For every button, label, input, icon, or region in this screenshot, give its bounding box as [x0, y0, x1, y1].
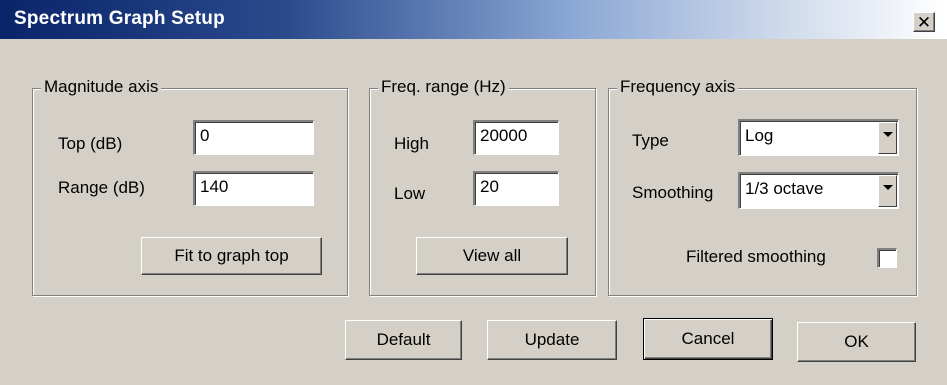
low-frequency-field[interactable]: 20 — [473, 171, 559, 206]
filtered-smoothing-label: Filtered smoothing — [686, 247, 826, 266]
update-label: Update — [524, 330, 580, 349]
ok-label: OK — [844, 332, 869, 351]
fit-to-graph-top-button[interactable]: Fit to graph top — [141, 237, 322, 275]
range-db-field[interactable]: 140 — [193, 171, 314, 206]
default-button[interactable]: Default — [345, 320, 462, 360]
high-frequency-value: 20000 — [480, 126, 528, 145]
top-db-value: 0 — [200, 126, 210, 145]
ok-button[interactable]: OK — [797, 322, 916, 362]
magnitude-axis-legend: Magnitude axis — [41, 77, 162, 97]
fit-to-graph-top-label: Fit to graph top — [174, 246, 289, 265]
type-select[interactable]: Log — [738, 119, 899, 156]
low-frequency-value: 20 — [480, 177, 499, 196]
smoothing-select[interactable]: 1/3 octave — [738, 172, 899, 209]
high-frequency-field[interactable]: 20000 — [473, 120, 559, 155]
high-label: High — [394, 134, 429, 153]
chevron-down-icon[interactable] — [878, 175, 897, 207]
top-db-field[interactable]: 0 — [193, 120, 314, 155]
range-db-label: Range (dB) — [58, 178, 145, 197]
title-bar[interactable]: Spectrum Graph Setup ✕ — [0, 0, 947, 39]
frequency-axis-legend: Frequency axis — [617, 77, 739, 97]
top-db-label: Top (dB) — [58, 134, 123, 153]
close-icon: ✕ — [916, 13, 932, 32]
view-all-label: View all — [462, 246, 522, 265]
update-button[interactable]: Update — [487, 320, 617, 360]
view-all-button[interactable]: View all — [416, 237, 568, 275]
window-title: Spectrum Graph Setup — [14, 8, 225, 29]
freq-range-legend: Freq. range (Hz) — [378, 77, 509, 97]
type-label: Type — [632, 131, 669, 150]
smoothing-select-value: 1/3 octave — [745, 179, 824, 198]
filtered-smoothing-checkbox[interactable] — [877, 248, 897, 268]
cancel-label: Cancel — [681, 329, 735, 348]
type-select-value: Log — [745, 126, 774, 145]
close-button[interactable]: ✕ — [913, 12, 935, 32]
range-db-value: 140 — [200, 177, 229, 196]
low-label: Low — [394, 184, 426, 203]
chevron-down-icon[interactable] — [878, 122, 897, 154]
cancel-button[interactable]: Cancel — [643, 318, 773, 360]
smoothing-label: Smoothing — [632, 183, 714, 202]
default-label: Default — [376, 330, 431, 349]
